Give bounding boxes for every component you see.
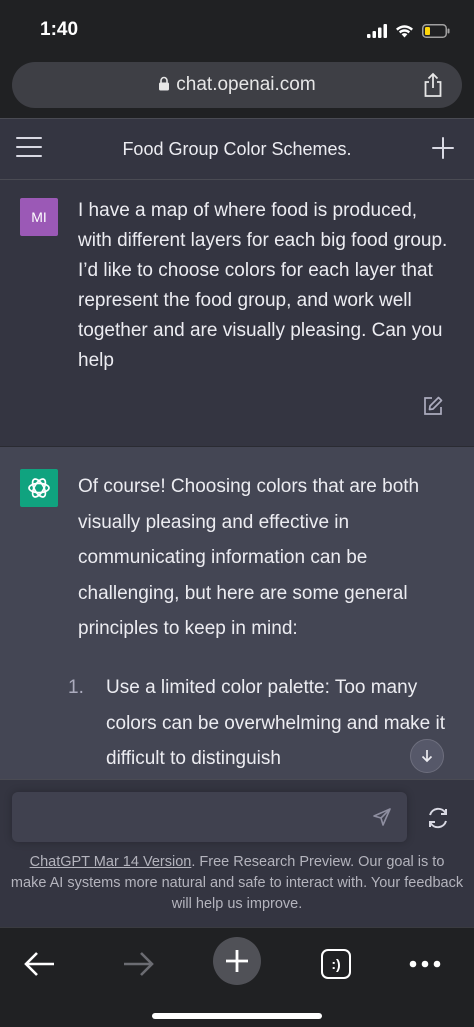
send-icon[interactable] (371, 806, 393, 828)
plus-icon[interactable] (430, 135, 456, 161)
openai-knot-icon (28, 478, 50, 498)
user-avatar: MI (20, 198, 58, 236)
plus-icon (226, 950, 248, 972)
edit-icon[interactable] (422, 395, 444, 417)
status-time: 1:40 (40, 19, 79, 40)
back-button[interactable] (16, 940, 64, 988)
scroll-down-button[interactable] (410, 739, 444, 773)
user-message-text: I have a map of where food is produced, … (78, 200, 448, 371)
openai-logo-icon (20, 469, 58, 507)
list-item: 1. Use a limited color palette: Too many… (68, 670, 448, 777)
browser-address-area: chat.openai.com (0, 60, 474, 118)
user-message: MI I have a map of where food is produce… (0, 180, 474, 447)
list-number: 1. (68, 677, 84, 698)
tabs-icon: :) (321, 949, 351, 979)
chat-title: Food Group Color Schemes. (122, 139, 352, 159)
battery-icon (422, 24, 450, 38)
assistant-message-text: Of course! Choosing colors that are both… (78, 476, 420, 639)
status-bar: 1:40 (0, 0, 474, 60)
forward-button[interactable] (114, 940, 162, 988)
composer: ChatGPT Mar 14 Version. Free Research Pr… (0, 779, 474, 927)
message-input[interactable] (22, 802, 362, 832)
message-input-box[interactable] (12, 792, 407, 842)
more-icon (409, 960, 441, 968)
url-display[interactable]: chat.openai.com (12, 74, 462, 96)
share-icon[interactable] (422, 72, 444, 98)
address-bar[interactable]: chat.openai.com (12, 62, 462, 108)
list-text: Use a limited color palette: Too many co… (106, 677, 446, 769)
url-text: chat.openai.com (176, 74, 316, 95)
version-link[interactable]: ChatGPT Mar 14 Version (30, 854, 192, 870)
arrow-down-icon (421, 750, 433, 763)
more-button[interactable] (401, 940, 449, 988)
footer-note: ChatGPT Mar 14 Version. Free Research Pr… (10, 852, 464, 915)
status-icons (367, 22, 450, 40)
regenerate-icon[interactable] (424, 804, 452, 832)
assistant-message: Of course! Choosing colors that are both… (0, 447, 474, 779)
tabs-button[interactable]: :) (312, 940, 360, 988)
wifi-icon (396, 25, 413, 38)
signal-icon (367, 24, 387, 38)
chat-header: Food Group Color Schemes. (0, 118, 474, 180)
new-tab-button[interactable] (213, 937, 261, 985)
home-indicator (152, 1013, 322, 1019)
back-arrow-icon (24, 952, 54, 976)
lock-icon (159, 76, 170, 91)
browser-toolbar: :) (0, 927, 474, 1027)
forward-arrow-icon (124, 952, 154, 976)
